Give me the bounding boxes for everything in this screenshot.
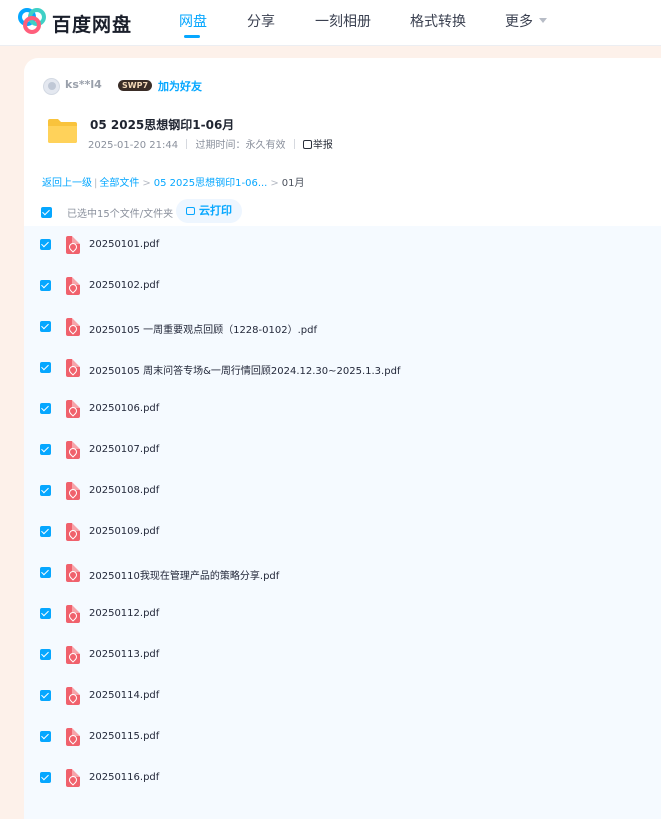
file-name[interactable]: 20250110我现在管理产品的策略分享.pdf bbox=[89, 567, 279, 582]
pdf-file-icon bbox=[66, 687, 80, 705]
table-row[interactable]: 20250110我现在管理产品的策略分享.pdf bbox=[24, 554, 661, 595]
file-checkbox[interactable] bbox=[40, 321, 51, 332]
file-name[interactable]: 20250116.pdf bbox=[89, 772, 159, 783]
cloud-print-label: 云打印 bbox=[199, 204, 232, 217]
share-card: ks**l4 SWP7 加为好友 05 2025思想钢印1-06月 2025-0… bbox=[24, 58, 661, 819]
report-button[interactable]: 举报 bbox=[302, 136, 333, 151]
pdf-file-icon bbox=[66, 769, 80, 787]
pdf-file-icon bbox=[66, 236, 80, 254]
table-row[interactable]: 20250115.pdf bbox=[24, 718, 661, 759]
file-checkbox[interactable] bbox=[40, 444, 51, 455]
divider: | bbox=[94, 178, 98, 189]
breadcrumb-back[interactable]: 返回上一级 bbox=[42, 178, 92, 189]
file-checkbox[interactable] bbox=[40, 567, 51, 578]
table-row[interactable]: 20250109.pdf bbox=[24, 513, 661, 554]
avatar[interactable] bbox=[43, 78, 60, 95]
breadcrumb-separator: > bbox=[142, 178, 151, 189]
table-row[interactable]: 20250113.pdf bbox=[24, 636, 661, 677]
divider bbox=[186, 139, 188, 149]
logo-icon bbox=[18, 8, 46, 34]
pdf-file-icon bbox=[66, 400, 80, 418]
table-row[interactable]: 20250101.pdf bbox=[24, 226, 661, 267]
table-row[interactable]: 20250116.pdf bbox=[24, 759, 661, 800]
table-row[interactable]: 20250102.pdf bbox=[24, 267, 661, 308]
pdf-file-icon bbox=[66, 605, 80, 623]
table-row[interactable]: 20250108.pdf bbox=[24, 472, 661, 513]
pdf-file-icon bbox=[66, 441, 80, 459]
sharer-info: ks**l4 SWP7 加为好友 bbox=[43, 77, 443, 95]
file-checkbox[interactable] bbox=[40, 608, 51, 619]
table-row[interactable]: 20250114.pdf bbox=[24, 677, 661, 718]
pdf-file-icon bbox=[66, 359, 80, 377]
file-name[interactable]: 20250112.pdf bbox=[89, 608, 159, 619]
file-checkbox[interactable] bbox=[40, 403, 51, 414]
file-checkbox[interactable] bbox=[40, 772, 51, 783]
file-name[interactable]: 20250107.pdf bbox=[89, 444, 159, 455]
file-name[interactable]: 20250102.pdf bbox=[89, 280, 159, 291]
table-row[interactable]: 20250105 一周重要观点回顾（1228-0102）.pdf bbox=[24, 308, 661, 349]
pdf-file-icon bbox=[66, 564, 80, 582]
file-checkbox[interactable] bbox=[40, 280, 51, 291]
breadcrumb-folder[interactable]: 05 2025思想钢印1-06... bbox=[154, 178, 268, 189]
report-icon bbox=[302, 140, 312, 149]
pdf-file-icon bbox=[66, 318, 80, 336]
folder-icon bbox=[48, 119, 77, 143]
file-name[interactable]: 20250105 一周重要观点回顾（1228-0102）.pdf bbox=[89, 321, 317, 336]
pdf-file-icon bbox=[66, 646, 80, 664]
cloud-print-button[interactable]: 云打印 bbox=[176, 199, 242, 223]
pdf-file-icon bbox=[66, 728, 80, 746]
share-title: 05 2025思想钢印1-06月 bbox=[90, 118, 235, 132]
report-label: 举报 bbox=[312, 140, 333, 151]
file-checkbox[interactable] bbox=[40, 731, 51, 742]
pdf-file-icon bbox=[66, 277, 80, 295]
nav-item-album[interactable]: 一刻相册 bbox=[315, 11, 371, 31]
table-row[interactable]: 20250106.pdf bbox=[24, 390, 661, 431]
chevron-down-icon[interactable] bbox=[539, 18, 547, 23]
divider bbox=[293, 139, 295, 149]
vip-badge: SWP7 bbox=[118, 80, 153, 91]
printer-icon bbox=[186, 207, 195, 215]
share-meta: 2025-01-20 21:44 过期时间：永久有效 举报 bbox=[88, 136, 333, 151]
breadcrumb-all-files[interactable]: 全部文件 bbox=[99, 178, 139, 189]
file-name[interactable]: 20250113.pdf bbox=[89, 649, 159, 660]
table-row[interactable]: 20250112.pdf bbox=[24, 595, 661, 636]
sharer-username: ks**l4 bbox=[65, 78, 102, 91]
file-checkbox[interactable] bbox=[40, 239, 51, 250]
select-all-checkbox[interactable] bbox=[41, 207, 52, 218]
file-name[interactable]: 20250108.pdf bbox=[89, 485, 159, 496]
file-name[interactable]: 20250109.pdf bbox=[89, 526, 159, 537]
file-checkbox[interactable] bbox=[40, 690, 51, 701]
add-friend-link[interactable]: 加为好友 bbox=[158, 78, 202, 94]
nav-item-format-convert[interactable]: 格式转换 bbox=[410, 11, 466, 31]
breadcrumb: 返回上一级 | 全部文件 >05 2025思想钢印1-06... >01月 bbox=[42, 174, 304, 189]
table-row[interactable]: 20250105 周末问答专场&一周行情回顾2024.12.30~2025.1.… bbox=[24, 349, 661, 390]
nav-item-more[interactable]: 更多 bbox=[505, 11, 533, 31]
file-name[interactable]: 20250106.pdf bbox=[89, 403, 159, 414]
file-name[interactable]: 20250115.pdf bbox=[89, 731, 159, 742]
file-checkbox[interactable] bbox=[40, 362, 51, 373]
file-checkbox[interactable] bbox=[40, 526, 51, 537]
breadcrumb-separator: > bbox=[270, 178, 279, 189]
file-checkbox[interactable] bbox=[40, 649, 51, 660]
file-name[interactable]: 20250114.pdf bbox=[89, 690, 159, 701]
breadcrumb-current: 01月 bbox=[281, 178, 305, 189]
table-row[interactable]: 20250107.pdf bbox=[24, 431, 661, 472]
file-checkbox[interactable] bbox=[40, 485, 51, 496]
nav-active-indicator bbox=[184, 35, 200, 38]
file-name[interactable]: 20250105 周末问答专场&一周行情回顾2024.12.30~2025.1.… bbox=[89, 362, 400, 377]
expiry-text: 过期时间：永久有效 bbox=[195, 140, 286, 151]
baidu-netdisk-logo[interactable]: 百度网盘 bbox=[16, 7, 136, 37]
pdf-file-icon bbox=[66, 482, 80, 500]
selection-count: 已选中15个文件/文件夹 bbox=[67, 209, 174, 220]
logo-text: 百度网盘 bbox=[52, 14, 133, 36]
top-navigation-bar: 百度网盘 网盘 分享 一刻相册 格式转换 更多 bbox=[0, 0, 661, 46]
file-list: 20250101.pdf 20250102.pdf 20250105 一周重要观点回… bbox=[24, 226, 661, 819]
share-date: 2025-01-20 21:44 bbox=[88, 140, 179, 151]
nav-item-netdisk[interactable]: 网盘 bbox=[179, 11, 207, 31]
file-name[interactable]: 20250101.pdf bbox=[89, 239, 159, 250]
nav-item-share[interactable]: 分享 bbox=[247, 11, 275, 31]
pdf-file-icon bbox=[66, 523, 80, 541]
